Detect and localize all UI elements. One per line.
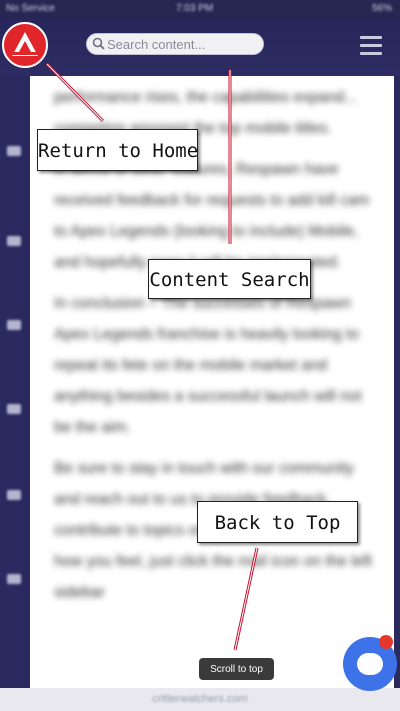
top-annotation-line-inner [234, 547, 258, 651]
back-to-top-annotation: Back to Top [197, 501, 358, 543]
content-search-annotation: Content Search [148, 259, 311, 299]
annotation-lines [45, 62, 259, 651]
return-home-annotation: Return to Home [37, 129, 198, 171]
home-annotation-line-inner [46, 63, 104, 122]
